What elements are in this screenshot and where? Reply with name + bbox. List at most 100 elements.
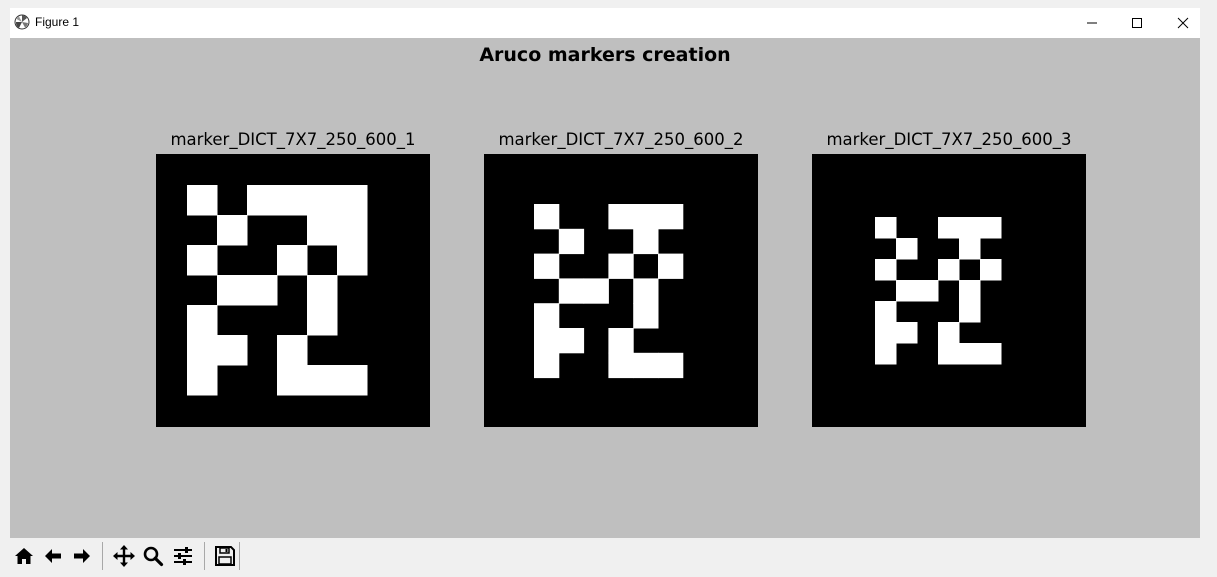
marker-cell	[217, 275, 248, 306]
marker-cell	[875, 343, 897, 365]
marker-cell	[337, 245, 368, 276]
configure-subplots-icon	[174, 547, 192, 565]
marker-cell	[633, 303, 659, 329]
marker-cell	[534, 204, 560, 230]
marker-cell	[980, 343, 1002, 365]
zoom-icon	[143, 546, 164, 567]
marker-cell	[583, 278, 609, 304]
marker-cell	[875, 301, 897, 323]
marker-cell	[633, 352, 659, 379]
marker-cell	[959, 280, 981, 302]
marker-cell	[534, 253, 560, 279]
marker-cell	[896, 322, 918, 344]
marker-cell	[277, 185, 308, 216]
marker-cell	[558, 328, 585, 354]
marker-cell	[558, 278, 585, 304]
home-icon	[15, 548, 33, 564]
marker-cell	[959, 343, 981, 365]
marker-cell	[247, 185, 278, 216]
marker-cell	[247, 275, 278, 306]
marker-2-title: marker_DICT_7X7_250_600_2	[498, 130, 744, 149]
marker-cell	[608, 204, 634, 230]
close-icon	[1177, 17, 1189, 29]
marker-svg	[187, 185, 368, 396]
marker-cell	[187, 365, 218, 396]
marker-cell	[187, 335, 218, 366]
maximize-button[interactable]	[1114, 8, 1160, 38]
back-button[interactable]	[39, 541, 67, 571]
marker-cell	[959, 217, 981, 239]
marker-cell	[917, 280, 939, 302]
marker-cell	[277, 245, 308, 276]
pan-button[interactable]	[110, 541, 138, 571]
marker-cell	[658, 253, 684, 279]
marker-cell	[875, 217, 897, 239]
marker-cell	[938, 217, 960, 239]
marker-cell	[534, 352, 560, 379]
figure-canvas[interactable]: Aruco markers creation marker_DICT_7X7_2…	[10, 38, 1200, 538]
close-button[interactable]	[1160, 8, 1206, 38]
forward-arrow-icon	[74, 549, 90, 563]
minimize-button[interactable]	[1069, 8, 1115, 38]
marker-cell	[938, 259, 960, 281]
marker-cell	[307, 305, 338, 336]
pan-icon	[113, 545, 135, 567]
configure-subplots-button[interactable]	[169, 541, 197, 571]
marker-cell	[938, 322, 960, 344]
marker-cell	[875, 322, 897, 344]
back-arrow-icon	[45, 549, 61, 563]
zoom-button[interactable]	[139, 541, 167, 571]
toolbar-separator	[204, 542, 205, 570]
marker-cell	[534, 328, 560, 354]
marker-cell	[307, 365, 338, 396]
home-button[interactable]	[10, 541, 38, 571]
window-title: Figure 1	[35, 15, 80, 29]
marker-cell	[337, 185, 368, 216]
figure-suptitle: Aruco markers creation	[479, 44, 731, 66]
marker-cell	[277, 335, 308, 366]
marker-cell	[875, 259, 897, 281]
title-bar[interactable]: Figure 1	[10, 8, 1200, 38]
marker-cell	[307, 275, 338, 306]
marker-cell	[307, 215, 338, 246]
save-icon	[215, 546, 235, 566]
marker-cell	[608, 352, 634, 379]
marker-cell	[217, 335, 248, 366]
marker-cell	[558, 228, 585, 255]
marker-1-title: marker_DICT_7X7_250_600_1	[170, 130, 416, 149]
marker-cell	[337, 365, 368, 396]
marker-cell	[337, 215, 368, 246]
marker-cell	[633, 228, 659, 255]
save-button[interactable]	[211, 541, 239, 571]
figure-window: Figure 1 Aruco markers creation marker_D…	[10, 8, 1200, 577]
marker-1-image	[156, 154, 430, 427]
minimize-icon	[1087, 22, 1097, 24]
marker-cell	[896, 238, 918, 260]
navigation-toolbar	[10, 540, 1200, 574]
marker-cell	[980, 259, 1002, 281]
marker-2-image	[484, 154, 758, 427]
marker-3-image	[812, 154, 1086, 427]
marker-cell	[608, 328, 634, 354]
marker-svg	[534, 204, 684, 379]
marker-cell	[896, 280, 918, 302]
marker-cell	[938, 343, 960, 365]
marker-cell	[534, 303, 560, 329]
marker-cell	[187, 185, 218, 216]
marker-cell	[633, 204, 659, 230]
marker-cell	[217, 215, 248, 246]
forward-button[interactable]	[68, 541, 96, 571]
marker-cell	[980, 217, 1002, 239]
marker-cell	[959, 238, 981, 260]
marker-cell	[658, 352, 684, 379]
marker-cell	[959, 301, 981, 323]
marker-cell	[307, 185, 338, 216]
toolbar-separator	[239, 542, 240, 570]
marker-cell	[658, 204, 684, 230]
marker-cell	[187, 305, 218, 336]
maximize-icon	[1132, 18, 1142, 28]
marker-cell	[187, 245, 218, 276]
marker-cell	[608, 253, 634, 279]
matplotlib-logo-icon	[14, 14, 30, 30]
marker-cell	[277, 365, 308, 396]
